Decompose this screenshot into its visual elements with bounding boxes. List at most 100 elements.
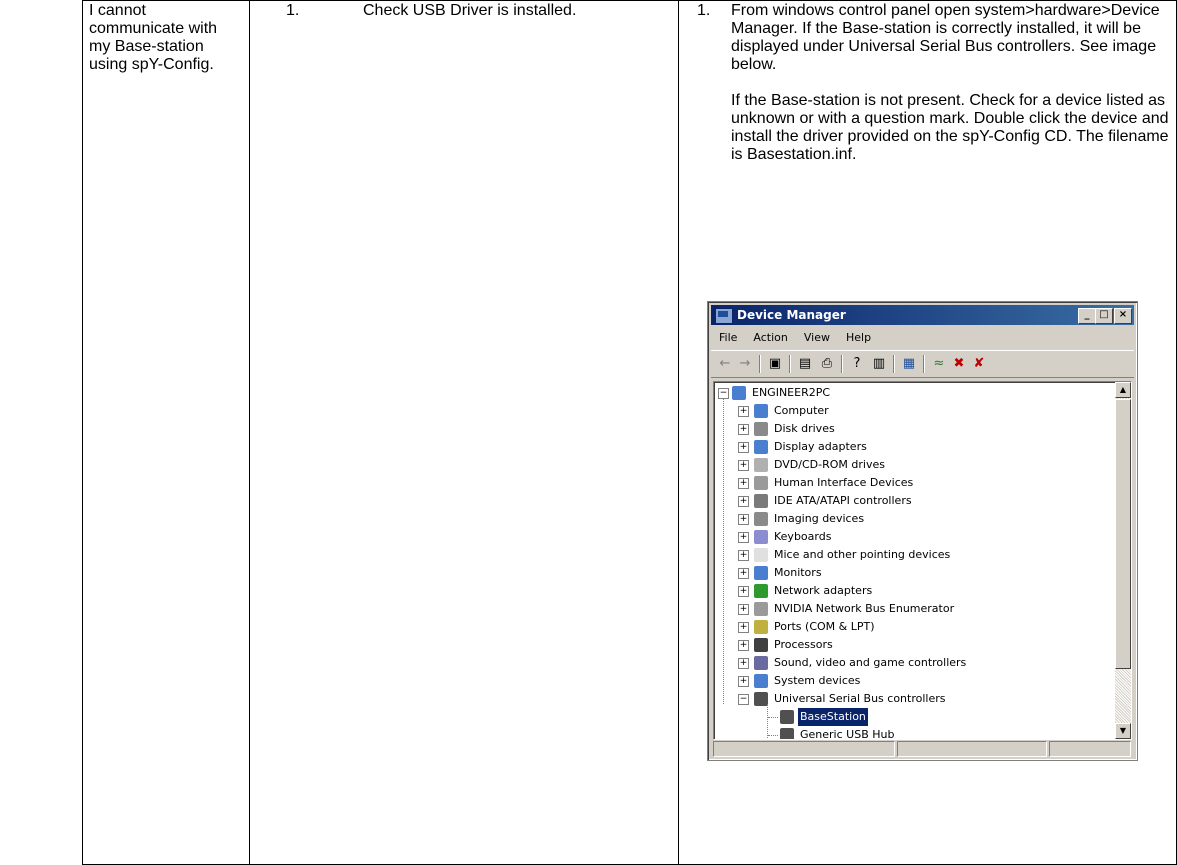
expand-toggle-icon[interactable]: + <box>738 496 749 507</box>
tree-category-label: Mice and other pointing devices <box>774 548 951 561</box>
tree-category-label: Keyboards <box>774 530 832 543</box>
tree-category[interactable]: + Ports (COM & LPT) <box>738 618 1098 636</box>
tree-category-label: Monitors <box>774 566 822 579</box>
tree-category-label: Processors <box>774 638 833 651</box>
scroll-thumb[interactable] <box>1115 399 1131 669</box>
menu-view[interactable]: View <box>796 328 838 348</box>
tree-category[interactable]: + Disk drives <box>738 420 1098 438</box>
usb-device-item[interactable]: Generic USB Hub <box>780 726 1080 740</box>
usb-icon <box>780 728 794 739</box>
print-icon[interactable]: ⎙ <box>819 356 835 372</box>
tree-category[interactable]: + Computer <box>738 402 1098 420</box>
usb-icon <box>780 710 794 724</box>
vertical-scrollbar[interactable]: ▲ ▼ <box>1115 382 1131 739</box>
mouse-icon <box>754 548 768 562</box>
close-button[interactable]: × <box>1114 308 1132 324</box>
tree-guide-line <box>723 398 724 704</box>
tree-category-label: NVIDIA Network Bus Enumerator <box>774 602 955 615</box>
toolbar: ← → ▣ ▤ ⎙ ? ▥ ▦ ≈ ✖ ✘ <box>711 350 1134 378</box>
tree-guide-line <box>768 717 778 718</box>
scroll-down-button[interactable]: ▼ <box>1115 723 1131 739</box>
tree-category[interactable]: + Keyboards <box>738 528 1098 546</box>
expand-toggle-icon[interactable]: + <box>738 658 749 669</box>
tree-category-label: Network adapters <box>774 584 873 597</box>
speaker-icon <box>754 656 768 670</box>
device-tree: − ENGINEER2PC + Computer + Disk drives + Displa… <box>713 381 1132 740</box>
back-arrow-icon[interactable]: ← <box>717 356 733 372</box>
tree-category-label: Display adapters <box>774 440 867 453</box>
toolbar-separator <box>841 355 843 373</box>
tree-category[interactable]: − Universal Serial Bus controllers <box>738 690 1098 708</box>
usb-icon <box>754 692 768 706</box>
expand-toggle-icon[interactable]: + <box>738 550 749 561</box>
disable-device-icon[interactable]: ✖ <box>951 356 967 372</box>
uninstall-device-icon[interactable]: ✘ <box>971 356 987 372</box>
update-driver-icon[interactable]: ≈ <box>931 356 947 372</box>
tree-category[interactable]: + NVIDIA Network Bus Enumerator <box>738 600 1098 618</box>
scroll-up-button[interactable]: ▲ <box>1115 382 1131 398</box>
expand-toggle-icon[interactable]: + <box>738 514 749 525</box>
tree-guide-line <box>768 735 778 736</box>
network-adapter-icon <box>754 584 768 598</box>
expand-toggle-icon[interactable]: + <box>738 424 749 435</box>
tree-category[interactable]: + Network adapters <box>738 582 1098 600</box>
check-text: Check USB Driver is installed. <box>363 2 577 19</box>
tree-category[interactable]: + Imaging devices <box>738 510 1098 528</box>
help-icon[interactable]: ? <box>849 356 865 372</box>
toolbar-separator <box>759 355 761 373</box>
tree-category[interactable]: + Mice and other pointing devices <box>738 546 1098 564</box>
minimize-button[interactable]: _ <box>1078 308 1096 324</box>
expand-toggle-icon[interactable]: + <box>738 604 749 615</box>
tree-category[interactable]: + DVD/CD-ROM drives <box>738 456 1098 474</box>
tree-category-label: IDE ATA/ATAPI controllers <box>774 494 912 507</box>
expand-toggle-icon[interactable]: + <box>738 676 749 687</box>
tree-category[interactable]: + System devices <box>738 672 1098 690</box>
expand-toggle-icon[interactable]: + <box>738 460 749 471</box>
expand-toggle-icon[interactable]: + <box>738 442 749 453</box>
expand-toggle-icon[interactable]: + <box>738 532 749 543</box>
expand-toggle-icon[interactable]: + <box>738 586 749 597</box>
usb-device-label: BaseStation <box>798 708 868 726</box>
menu-action[interactable]: Action <box>745 328 795 348</box>
expand-toggle-icon[interactable]: + <box>738 622 749 633</box>
expand-toggle-icon[interactable]: + <box>738 478 749 489</box>
menu-bar: File Action View Help <box>711 328 1134 348</box>
tree-root[interactable]: − ENGINEER2PC <box>718 384 1098 402</box>
tree-category-label: Universal Serial Bus controllers <box>774 692 946 705</box>
problem-cell: I cannot communicate with my Base-statio… <box>89 2 218 73</box>
bus-enumerator-icon <box>754 602 768 616</box>
expand-toggle-icon[interactable]: + <box>738 568 749 579</box>
tree-category-label: System devices <box>774 674 861 687</box>
view-icon[interactable]: ▥ <box>871 356 887 372</box>
device-manager-icon <box>715 308 733 324</box>
solution-text: From windows control panel open system>h… <box>731 2 1171 182</box>
show-hide-tree-icon[interactable]: ▣ <box>767 356 783 372</box>
tree-category[interactable]: + Monitors <box>738 564 1098 582</box>
solution-paragraph-1: From windows control panel open system>h… <box>731 2 1160 73</box>
cdrom-icon <box>754 458 768 472</box>
tree-category[interactable]: + Processors <box>738 636 1098 654</box>
status-panel <box>1049 741 1131 757</box>
expand-toggle-icon[interactable]: + <box>738 406 749 417</box>
tree-category[interactable]: + Sound, video and game controllers <box>738 654 1098 672</box>
usb-device-item[interactable]: BaseStation <box>780 708 1080 726</box>
solution-number: 1. <box>697 2 711 19</box>
menu-file[interactable]: File <box>711 328 745 348</box>
tree-category-label: Computer <box>774 404 829 417</box>
menu-help[interactable]: Help <box>838 328 879 348</box>
properties-icon[interactable]: ▤ <box>797 356 813 372</box>
tree-category[interactable]: + IDE ATA/ATAPI controllers <box>738 492 1098 510</box>
usb-device-label: Generic USB Hub <box>800 728 895 740</box>
system-device-icon <box>754 674 768 688</box>
expand-toggle-icon[interactable]: + <box>738 640 749 651</box>
table-top-border <box>82 0 1177 1</box>
check-number: 1. <box>286 2 300 19</box>
maximize-button[interactable]: □ <box>1095 308 1113 324</box>
tree-root-label: ENGINEER2PC <box>752 386 831 399</box>
forward-arrow-icon[interactable]: → <box>737 356 753 372</box>
status-panel <box>713 741 895 757</box>
tree-category[interactable]: + Display adapters <box>738 438 1098 456</box>
scan-hardware-icon[interactable]: ▦ <box>901 356 917 372</box>
tree-category[interactable]: + Human Interface Devices <box>738 474 1098 492</box>
collapse-toggle-icon[interactable]: − <box>738 694 749 705</box>
